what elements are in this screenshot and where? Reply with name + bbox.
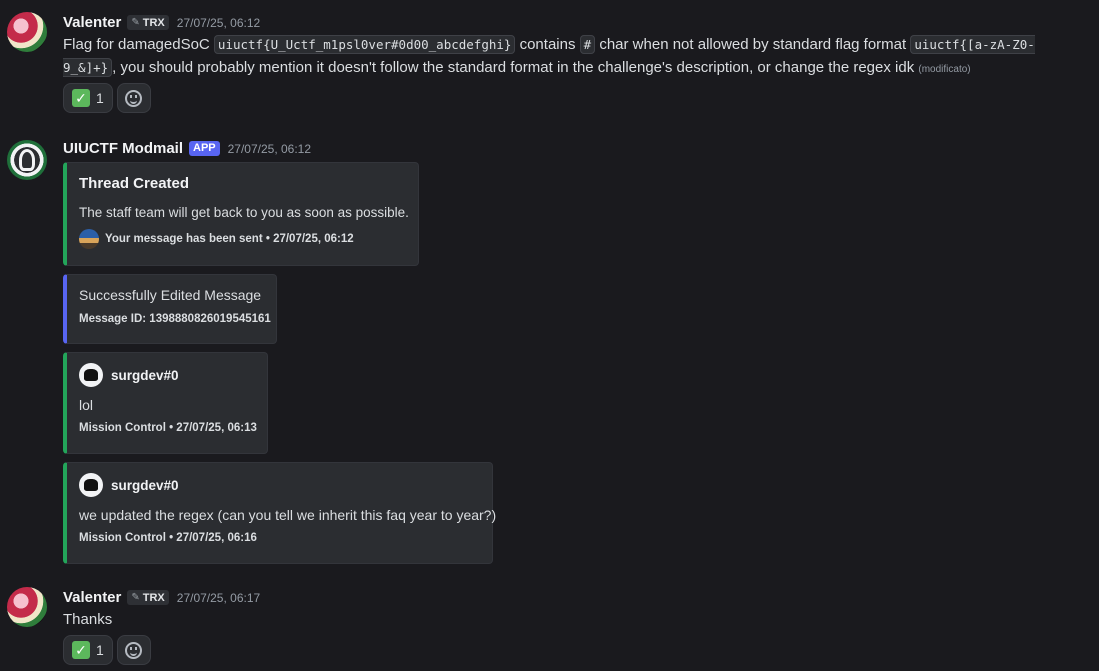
add-reaction-button[interactable] <box>116 83 151 113</box>
server-tag[interactable]: ✎ TRX <box>127 590 169 605</box>
reactions: ✓ 1 <box>63 83 151 113</box>
edited-indicator: (modificato) <box>918 63 971 75</box>
author-avatar-icon <box>79 363 103 387</box>
embed-footer: Mission Control • 27/07/25, 06:16 <box>79 532 257 544</box>
embed-author: surgdev#0 <box>79 363 179 387</box>
avatar-valenter[interactable] <box>7 587 47 627</box>
embed-footer: Message ID: 1398880826019545161 <box>79 313 271 325</box>
check-icon: ✓ <box>72 641 90 659</box>
footer-avatar-icon <box>79 229 99 249</box>
pen-icon: ✎ <box>131 17 140 28</box>
username[interactable]: UIUCTF Modmail <box>63 140 183 157</box>
embed-surgdev-lol: surgdev#0 lol Mission Control • 27/07/25… <box>63 352 268 454</box>
embed-footer: Your message has been sent • 27/07/25, 0… <box>79 229 354 249</box>
embed-description: we updated the regex (can you tell we in… <box>79 507 497 523</box>
message-content: Flag for damagedSoC uiuctf{U_Uctf_m1psl0… <box>63 34 1083 81</box>
author-avatar-icon <box>79 473 103 497</box>
reaction-check[interactable]: ✓ 1 <box>63 635 113 665</box>
timestamp[interactable]: 27/07/25, 06:17 <box>177 591 260 605</box>
reaction-check[interactable]: ✓ 1 <box>63 83 113 113</box>
username[interactable]: Valenter <box>63 589 121 606</box>
message-text: Flag for damagedSoC <box>63 36 214 53</box>
reaction-count: 1 <box>96 642 104 658</box>
app-badge: APP <box>189 141 220 156</box>
server-tag-label: TRX <box>142 591 165 604</box>
avatar-modmail[interactable] <box>7 140 47 180</box>
username[interactable]: Valenter <box>63 14 121 31</box>
message-header: Valenter ✎ TRX 27/07/25, 06:17 <box>63 589 260 606</box>
embed-author: surgdev#0 <box>79 473 179 497</box>
message-header: UIUCTF Modmail APP 27/07/25, 06:12 <box>63 140 311 157</box>
message-text: , you should probably mention it doesn't… <box>112 58 919 76</box>
embed-footer-text: Mission Control • 27/07/25, 06:16 <box>79 532 257 544</box>
embed-footer-text: Mission Control • 27/07/25, 06:13 <box>79 422 257 434</box>
reaction-count: 1 <box>96 90 104 106</box>
check-icon: ✓ <box>72 89 90 107</box>
message-text: contains <box>515 36 580 53</box>
inline-code: # <box>579 35 596 54</box>
reactions: ✓ 1 <box>63 635 151 665</box>
message-header: Valenter ✎ TRX 27/07/25, 06:12 <box>63 14 260 31</box>
embed-author-name[interactable]: surgdev#0 <box>111 368 179 383</box>
message-valenter-1: Valenter ✎ TRX 27/07/25, 06:12 Flag for d… <box>0 0 1099 120</box>
embed-title: Thread Created <box>79 175 190 192</box>
embed-author-name[interactable]: surgdev#0 <box>111 478 179 493</box>
embed-footer-text: Your message has been sent • 27/07/25, 0… <box>105 233 354 245</box>
add-reaction-button[interactable] <box>116 635 151 665</box>
server-tag-label: TRX <box>142 16 165 29</box>
message-text: char when not allowed by standard flag f… <box>595 36 911 53</box>
timestamp[interactable]: 27/07/25, 06:12 <box>177 16 260 30</box>
embed-thread-created: Thread Created The staff team will get b… <box>63 162 419 266</box>
message-content: Thanks <box>63 609 1083 632</box>
embed-description: Successfully Edited Message <box>79 287 262 303</box>
embed-description: lol <box>79 397 94 413</box>
inline-code: uiuctf{U_Uctf_m1psl0ver#0d00_abcdefghi} <box>213 35 516 54</box>
timestamp[interactable]: 27/07/25, 06:12 <box>228 142 311 156</box>
embed-edited-message: Successfully Edited Message Message ID: … <box>63 274 277 344</box>
server-tag[interactable]: ✎ TRX <box>127 15 169 30</box>
smile-icon <box>125 89 143 107</box>
smile-icon <box>125 641 143 659</box>
embed-footer-text: Message ID: 1398880826019545161 <box>79 313 271 325</box>
embed-surgdev-regex: surgdev#0 we updated the regex (can you … <box>63 462 497 564</box>
embed-footer: Mission Control • 27/07/25, 06:13 <box>79 422 257 434</box>
avatar-valenter[interactable] <box>7 12 47 52</box>
message-text: Thanks <box>63 611 113 628</box>
embed-description: The staff team will get back to you as s… <box>79 205 409 220</box>
pen-icon: ✎ <box>131 592 140 603</box>
